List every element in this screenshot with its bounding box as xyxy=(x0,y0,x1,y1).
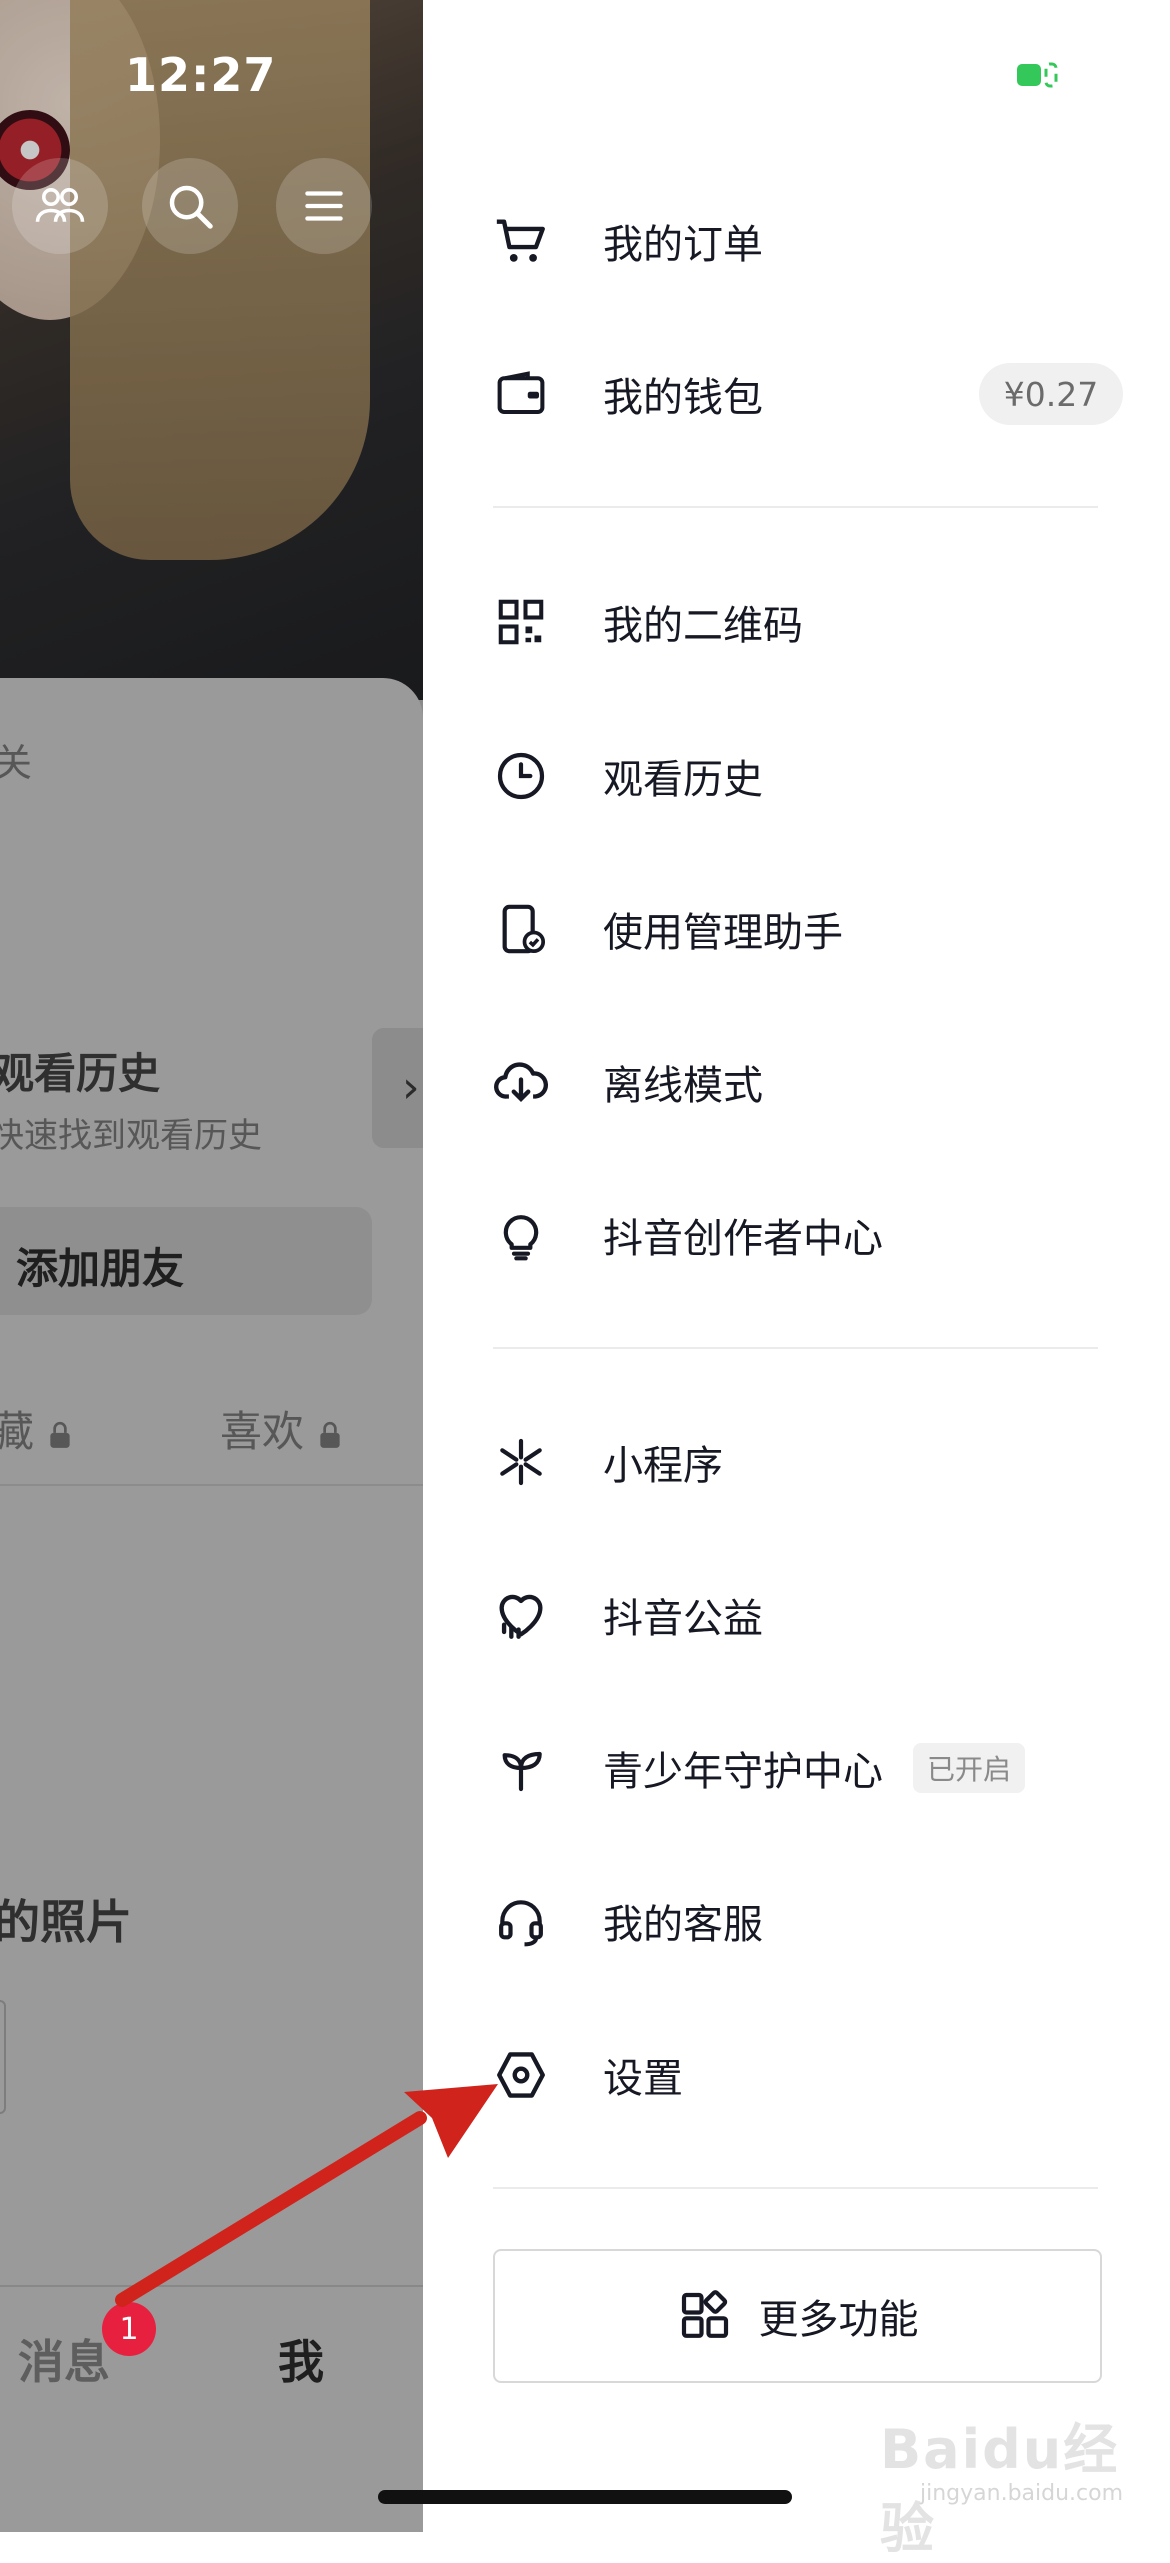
menu-item-label: 我的订单 xyxy=(603,222,763,268)
search-button[interactable] xyxy=(142,158,238,254)
menu-item-label: 抖音公益 xyxy=(603,1596,763,1642)
menu-item-label: 使用管理助手 xyxy=(603,910,843,956)
profile-card xyxy=(0,678,423,2532)
watermark-subtext: jingyan.baidu.com xyxy=(920,2481,1124,2506)
menu-item-label: 离线模式 xyxy=(603,1063,763,1109)
charity-heart-icon xyxy=(491,1585,551,1645)
chevron-right-icon: › xyxy=(402,1062,420,1113)
wallet-icon xyxy=(491,364,551,424)
section-divider xyxy=(493,2187,1098,2189)
settings-hex-icon xyxy=(491,2045,551,2105)
wallet-balance-badge: ¥0.27 xyxy=(979,363,1123,425)
menu-item-label: 设置 xyxy=(603,2056,683,2102)
history-card-arrow[interactable]: › xyxy=(372,1028,423,1148)
bottom-nav xyxy=(0,2285,423,2532)
enabled-tag: 已开启 xyxy=(913,1743,1026,1793)
baidu-watermark: Baidu经验 jingyan.baidu.com xyxy=(880,2405,1140,2560)
battery-icon xyxy=(1017,62,1058,88)
nav-me[interactable]: 我 xyxy=(278,2326,324,2392)
headset-icon xyxy=(491,1891,551,1951)
home-indicator xyxy=(378,2490,792,2504)
menu-item-label: 我的客服 xyxy=(603,1902,763,1948)
mini-program-icon xyxy=(491,1432,551,1492)
menu-item-charity[interactable]: 抖音公益 xyxy=(423,1555,1170,1675)
menu-item-wallet[interactable]: 我的钱包 ¥0.27 xyxy=(423,334,1170,454)
friends-icon xyxy=(35,188,85,222)
menu-item-label: 抖音创作者中心 xyxy=(603,1216,883,1262)
menu-item-label: 我的二维码 xyxy=(603,603,803,649)
section-divider xyxy=(493,1347,1098,1349)
menu-item-youth-protection[interactable]: 青少年守护中心 已开启 xyxy=(423,1708,1170,1828)
history-card-subtitle: 快速找到观看历史 xyxy=(0,1116,262,1156)
background-profile-page: 12:27 关 观看历史 快速找到观看历史 › 添加朋友 藏 喜欢 的照片 消息… xyxy=(0,0,423,2532)
menu-item-watch-history[interactable]: 观看历史 xyxy=(423,716,1170,836)
menu-item-label: 青少年守护中心 xyxy=(603,1749,883,1795)
section-divider xyxy=(493,506,1098,508)
more-features-button[interactable]: 更多功能 xyxy=(493,2249,1102,2383)
add-friend-label: 添加朋友 xyxy=(16,1244,185,1293)
menu-item-label: 我的钱包 xyxy=(603,375,763,421)
menu-item-offline-mode[interactable]: 离线模式 xyxy=(423,1022,1170,1142)
menu-item-orders[interactable]: 我的订单 xyxy=(423,181,1170,301)
menu-item-qr-code[interactable]: 我的二维码 xyxy=(423,562,1170,682)
menu-item-customer-service[interactable]: 我的客服 xyxy=(423,1861,1170,1981)
grid-apps-icon xyxy=(681,2290,728,2338)
tab-likes[interactable]: 喜欢 xyxy=(220,1398,343,1459)
status-time: 12:27 xyxy=(125,48,277,102)
history-card-title: 观看历史 xyxy=(0,1049,161,1098)
add-friend-button[interactable]: 添加朋友 xyxy=(0,1207,372,1315)
sprout-icon xyxy=(491,1738,551,1798)
side-drawer: 我的订单 我的钱包 ¥0.27 我的二维码 观看历史 使用管理助手 离线模式 抖… xyxy=(378,0,1170,2532)
menu-item-settings[interactable]: 设置 xyxy=(423,2015,1170,2135)
menu-icon xyxy=(305,191,343,221)
menu-item-label: 小程序 xyxy=(603,1443,723,1489)
clock-icon xyxy=(491,746,551,806)
search-icon xyxy=(169,185,213,229)
message-badge: 1 xyxy=(102,2302,156,2356)
photo-thumb[interactable] xyxy=(0,2000,6,2114)
friends-button[interactable] xyxy=(12,158,108,254)
menu-item-label: 观看历史 xyxy=(603,757,763,803)
photos-title: 的照片 xyxy=(0,1895,132,1949)
tab-divider xyxy=(0,1484,423,1486)
menu-button[interactable] xyxy=(276,158,372,254)
cart-icon xyxy=(491,211,551,271)
nav-messages[interactable]: 消息 xyxy=(18,2326,110,2392)
profile-cover-image xyxy=(0,0,423,700)
phone-check-icon xyxy=(491,899,551,959)
partial-label: 关 xyxy=(0,741,33,785)
more-features-label: 更多功能 xyxy=(758,2297,919,2343)
qr-code-icon xyxy=(491,592,551,652)
menu-item-creator-center[interactable]: 抖音创作者中心 xyxy=(423,1175,1170,1295)
lock-icon xyxy=(50,1421,71,1448)
cloud-download-icon xyxy=(491,1052,551,1112)
lightbulb-icon xyxy=(491,1205,551,1265)
lock-icon xyxy=(320,1421,341,1448)
tab-favorites[interactable]: 藏 xyxy=(0,1398,73,1459)
menu-item-usage-assistant[interactable]: 使用管理助手 xyxy=(423,869,1170,989)
menu-item-mini-programs[interactable]: 小程序 xyxy=(423,1402,1170,1522)
